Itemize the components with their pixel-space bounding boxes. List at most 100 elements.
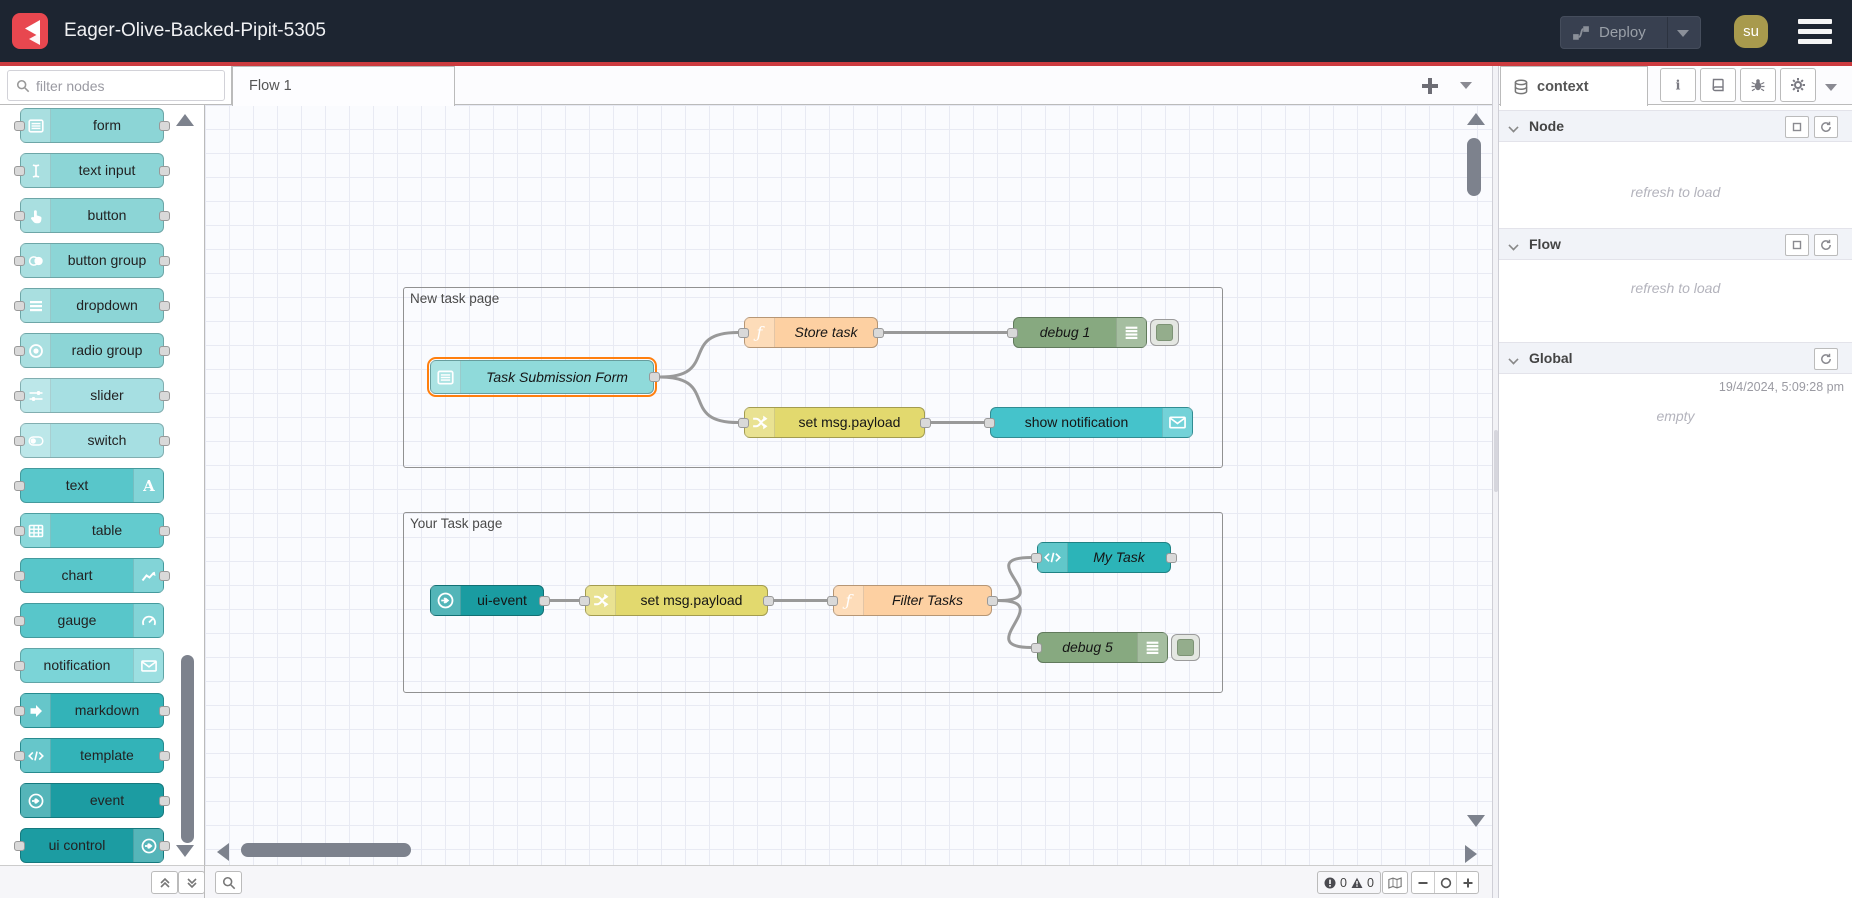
flow-node-store[interactable]: ƒ Store task: [738, 317, 884, 348]
input-port[interactable]: [827, 595, 838, 606]
debug-toggle-button[interactable]: [1150, 319, 1179, 346]
output-port[interactable]: [159, 390, 170, 401]
palette-node-slider[interactable]: slider: [14, 378, 170, 413]
palette-node-dropdown[interactable]: dropdown: [14, 288, 170, 323]
add-flow-button[interactable]: [1417, 73, 1443, 99]
palette-node-text[interactable]: text A: [14, 468, 164, 503]
deploy-options-caret-icon[interactable]: [1677, 30, 1689, 37]
help-tab-button[interactable]: [1700, 68, 1736, 102]
output-port[interactable]: [159, 750, 170, 761]
input-port[interactable]: [1007, 327, 1018, 338]
flow-node-set1[interactable]: set msg.payload: [738, 407, 931, 438]
palette-search[interactable]: [7, 70, 225, 101]
navigator-toggle-button[interactable]: [1382, 871, 1408, 894]
input-port[interactable]: [14, 300, 25, 311]
output-port[interactable]: [987, 595, 998, 606]
zoom-out-button[interactable]: [1412, 872, 1434, 893]
flow-node-filter[interactable]: ƒ Filter Tasks: [827, 585, 998, 616]
flow-node-mytask[interactable]: My Task: [1031, 542, 1177, 573]
sidebar-menu-caret-icon[interactable]: [1825, 84, 1837, 91]
flow-context-refresh-button[interactable]: [1814, 234, 1838, 256]
palette-expand-all-button[interactable]: [178, 871, 205, 894]
palette-scroll-down[interactable]: [176, 845, 194, 857]
input-port[interactable]: [14, 435, 25, 446]
flow-context-watch-button[interactable]: [1785, 234, 1809, 256]
input-port[interactable]: [984, 417, 995, 428]
palette-collapse-all-button[interactable]: [151, 871, 178, 894]
tab-context[interactable]: context: [1500, 66, 1648, 106]
output-port[interactable]: [159, 525, 170, 536]
input-port[interactable]: [579, 595, 590, 606]
input-port[interactable]: [14, 255, 25, 266]
palette-node-ui-control[interactable]: ui control: [14, 828, 170, 863]
output-port[interactable]: [159, 840, 170, 851]
debug-toggle-button[interactable]: [1171, 634, 1200, 661]
palette-node-switch[interactable]: switch: [14, 423, 170, 458]
input-port[interactable]: [14, 390, 25, 401]
flow-node-debug1[interactable]: debug 1: [1007, 317, 1179, 348]
palette-node-text-input[interactable]: text input: [14, 153, 170, 188]
info-tab-button[interactable]: i: [1660, 68, 1696, 102]
input-port[interactable]: [1031, 642, 1042, 653]
notification-counts[interactable]: 0 0: [1317, 871, 1381, 894]
input-port[interactable]: [1031, 552, 1042, 563]
flow-node-set2[interactable]: set msg.payload: [579, 585, 774, 616]
palette-node-event[interactable]: event: [20, 783, 170, 818]
tab-flow-1[interactable]: Flow 1: [232, 66, 455, 106]
sidebar-splitter-handle[interactable]: [1493, 430, 1498, 492]
flow-canvas[interactable]: New task page Your Task page Task Submiss…: [205, 105, 1492, 865]
flow-node-tsf[interactable]: Task Submission Form: [427, 357, 660, 397]
output-port[interactable]: [159, 345, 170, 356]
filter-nodes-input[interactable]: [34, 72, 219, 99]
input-port[interactable]: [14, 480, 25, 491]
palette-node-template[interactable]: template: [14, 738, 170, 773]
input-port[interactable]: [14, 750, 25, 761]
input-port[interactable]: [14, 165, 25, 176]
flow-node-notif[interactable]: show notification: [984, 407, 1193, 438]
output-port[interactable]: [159, 300, 170, 311]
palette-node-chart[interactable]: chart: [14, 558, 170, 593]
output-port[interactable]: [763, 595, 774, 606]
flow-list-caret-icon[interactable]: [1460, 82, 1472, 89]
input-port[interactable]: [14, 120, 25, 131]
input-port[interactable]: [14, 615, 25, 626]
output-port[interactable]: [920, 417, 931, 428]
input-port[interactable]: [14, 660, 25, 671]
output-port[interactable]: [159, 435, 170, 446]
node-context-refresh-button[interactable]: [1814, 116, 1838, 138]
input-port[interactable]: [14, 525, 25, 536]
palette-scroll-up[interactable]: [176, 114, 194, 126]
palette-node-notification[interactable]: notification: [14, 648, 164, 683]
user-avatar[interactable]: su: [1734, 15, 1768, 48]
output-port[interactable]: [159, 570, 170, 581]
palette-node-markdown[interactable]: markdown: [14, 693, 170, 728]
output-port[interactable]: [159, 120, 170, 131]
context-section-flow[interactable]: Flow: [1499, 228, 1852, 260]
main-menu-button[interactable]: [1798, 19, 1832, 44]
input-port[interactable]: [14, 570, 25, 581]
palette-scrollbar-thumb[interactable]: [181, 655, 194, 843]
global-context-refresh-button[interactable]: [1814, 348, 1838, 370]
output-port[interactable]: [539, 595, 550, 606]
zoom-in-button[interactable]: [1456, 872, 1478, 893]
output-port[interactable]: [159, 705, 170, 716]
output-port[interactable]: [159, 165, 170, 176]
flow-node-uievent[interactable]: ui-event: [430, 585, 550, 616]
node-context-watch-button[interactable]: [1785, 116, 1809, 138]
flow-node-debug5[interactable]: debug 5: [1031, 632, 1200, 663]
output-port[interactable]: [159, 795, 170, 806]
output-port[interactable]: [649, 372, 660, 382]
palette-node-form[interactable]: form: [14, 108, 170, 143]
context-section-global[interactable]: Global: [1499, 342, 1852, 374]
output-port[interactable]: [159, 210, 170, 221]
debug-tab-button[interactable]: [1740, 68, 1776, 102]
palette-node-gauge[interactable]: gauge: [14, 603, 164, 638]
input-port[interactable]: [14, 840, 25, 851]
output-port[interactable]: [159, 255, 170, 266]
output-port[interactable]: [873, 327, 884, 338]
canvas-search-button[interactable]: [215, 871, 242, 894]
output-port[interactable]: [1166, 552, 1177, 563]
input-port[interactable]: [14, 345, 25, 356]
input-port[interactable]: [738, 327, 749, 338]
deploy-button[interactable]: Deploy: [1560, 16, 1701, 49]
